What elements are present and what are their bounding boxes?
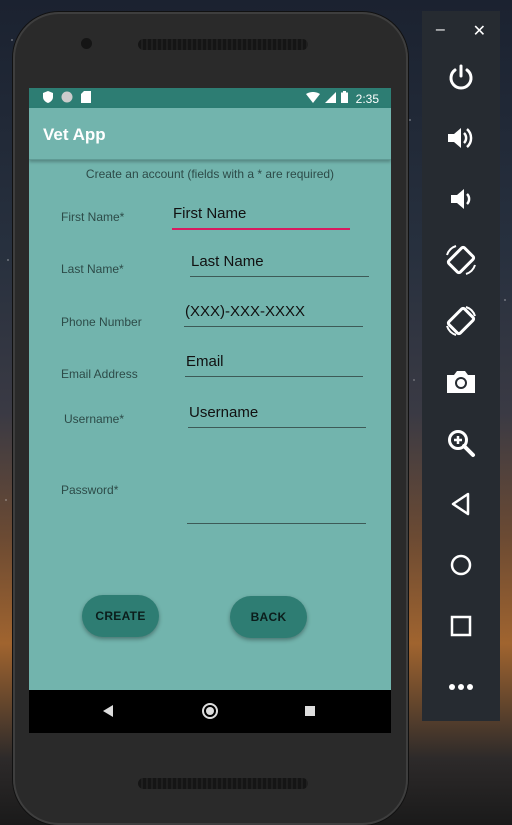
email-address-label: Email Address: [61, 367, 138, 381]
zoom-button[interactable]: [441, 423, 481, 463]
volume-down-button[interactable]: [441, 179, 481, 219]
power-button[interactable]: [441, 57, 481, 97]
volume-down-icon: [451, 189, 471, 209]
phone-number-label: Phone Number: [61, 315, 142, 329]
volume-up-icon: [448, 128, 473, 148]
rotate-left-button[interactable]: [441, 240, 481, 280]
home-nav-button[interactable]: [441, 545, 481, 585]
overview-icon: [450, 615, 472, 637]
wifi-icon: [305, 91, 320, 106]
phone-number-field[interactable]: [184, 296, 364, 327]
more-icon: [449, 684, 473, 690]
status-time: 2:35: [355, 91, 379, 106]
top-speaker: [138, 39, 308, 50]
password-field[interactable]: [187, 493, 367, 524]
back-nav-button[interactable]: [441, 484, 481, 524]
power-icon: [449, 64, 473, 90]
nav-back-icon[interactable]: [103, 705, 113, 717]
back-icon: [451, 492, 470, 516]
zoom-icon: [448, 430, 475, 457]
username-label: Username*: [64, 412, 125, 426]
screenshot-button[interactable]: [441, 362, 481, 402]
home-icon: [450, 554, 472, 576]
navigation-bar: [29, 690, 391, 733]
app-bar: Vet App: [29, 108, 391, 160]
rotate-right-icon: [446, 306, 476, 336]
phone-number-input[interactable]: [184, 296, 364, 326]
nav-home-icon[interactable]: [202, 703, 218, 719]
bottom-speaker: [138, 778, 308, 789]
first-name-input[interactable]: [172, 198, 351, 228]
minimize-button[interactable]: –: [436, 21, 445, 41]
form-instructions: Create an account (fields with a * are r…: [85, 167, 335, 181]
front-camera: [81, 38, 92, 49]
close-button[interactable]: ✕: [473, 21, 486, 41]
more-button[interactable]: [441, 667, 481, 707]
password-label: Password*: [61, 483, 119, 497]
volume-up-button[interactable]: [441, 118, 481, 158]
status-bar: 2:35: [29, 88, 391, 108]
overview-nav-button[interactable]: [441, 606, 481, 646]
username-input[interactable]: [188, 397, 367, 427]
nav-recents-icon[interactable]: [305, 706, 315, 716]
battery-icon: [340, 91, 348, 106]
camera-icon: [447, 371, 475, 393]
app-title: Vet App: [43, 125, 106, 144]
create-button[interactable]: CREATE: [82, 595, 159, 637]
sync-icon: [61, 91, 73, 106]
first-name-label: First Name*: [61, 210, 125, 224]
email-input[interactable]: [185, 346, 364, 376]
rotate-left-icon: [446, 245, 476, 275]
back-button[interactable]: BACK: [230, 596, 307, 638]
password-input[interactable]: [187, 493, 367, 523]
first-name-field[interactable]: [172, 198, 351, 230]
username-field[interactable]: [188, 397, 367, 428]
sd-card-icon: [81, 91, 91, 106]
last-name-input[interactable]: [190, 246, 370, 276]
email-field[interactable]: [185, 346, 364, 377]
last-name-field[interactable]: [190, 246, 370, 277]
last-name-label: Last Name*: [61, 262, 124, 276]
emulator-toolbar: – ✕: [422, 11, 500, 721]
device-screen: 2:35 Vet App Create an account (fields w…: [29, 88, 391, 733]
signal-icon: [324, 91, 336, 106]
rotate-right-button[interactable]: [441, 301, 481, 341]
shield-icon: [43, 91, 53, 106]
